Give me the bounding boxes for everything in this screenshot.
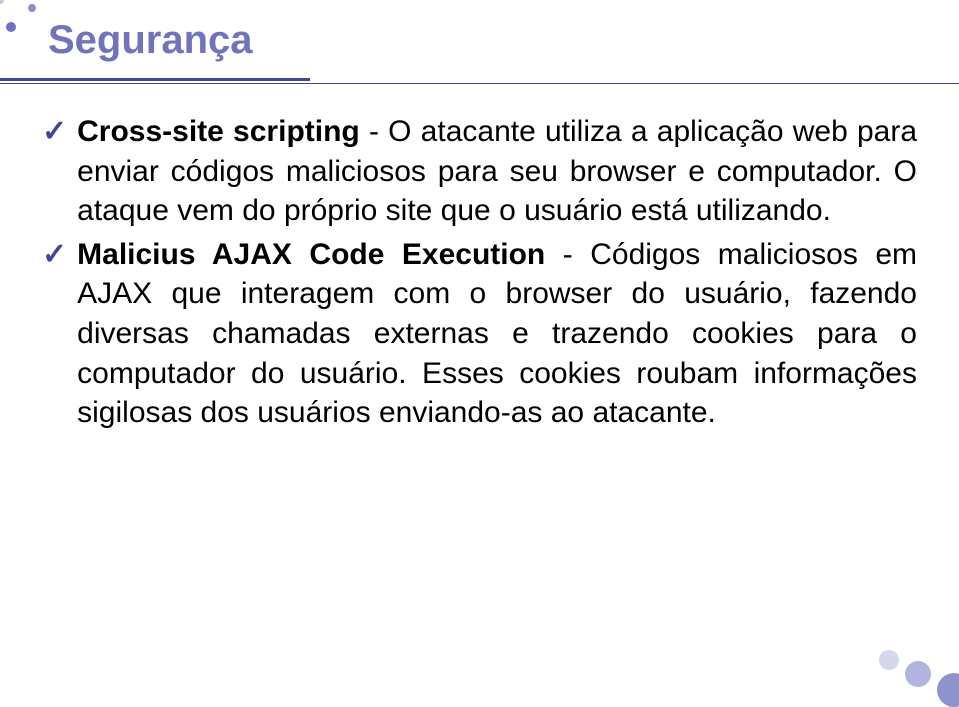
decor-circle xyxy=(0,0,4,4)
check-icon: ✓ xyxy=(42,235,67,274)
bullet-text: Cross-site scripting - O atacante utiliz… xyxy=(77,112,917,231)
bullet-item: ✓ Cross-site scripting - O atacante util… xyxy=(42,112,917,231)
content-area: ✓ Cross-site scripting - O atacante util… xyxy=(42,112,917,437)
title-underline-thin xyxy=(0,83,959,84)
bullet-bold: Cross-site scripting xyxy=(77,115,360,148)
slide: Segurança ✓ Cross-site scripting - O ata… xyxy=(0,0,959,695)
decor-circle xyxy=(28,4,36,12)
decor-circle xyxy=(905,661,931,687)
decor-circle xyxy=(879,650,899,670)
slide-title: Segurança xyxy=(48,18,253,63)
check-icon: ✓ xyxy=(42,112,67,151)
bullet-bold: Malicius AJAX Code Execution xyxy=(77,238,545,271)
title-underline xyxy=(0,78,310,81)
bullet-text: Malicius AJAX Code Execution - Códigos m… xyxy=(77,235,917,433)
bullet-item: ✓ Malicius AJAX Code Execution - Códigos… xyxy=(42,235,917,433)
decor-circle xyxy=(6,22,16,32)
decor-circle xyxy=(937,673,959,707)
